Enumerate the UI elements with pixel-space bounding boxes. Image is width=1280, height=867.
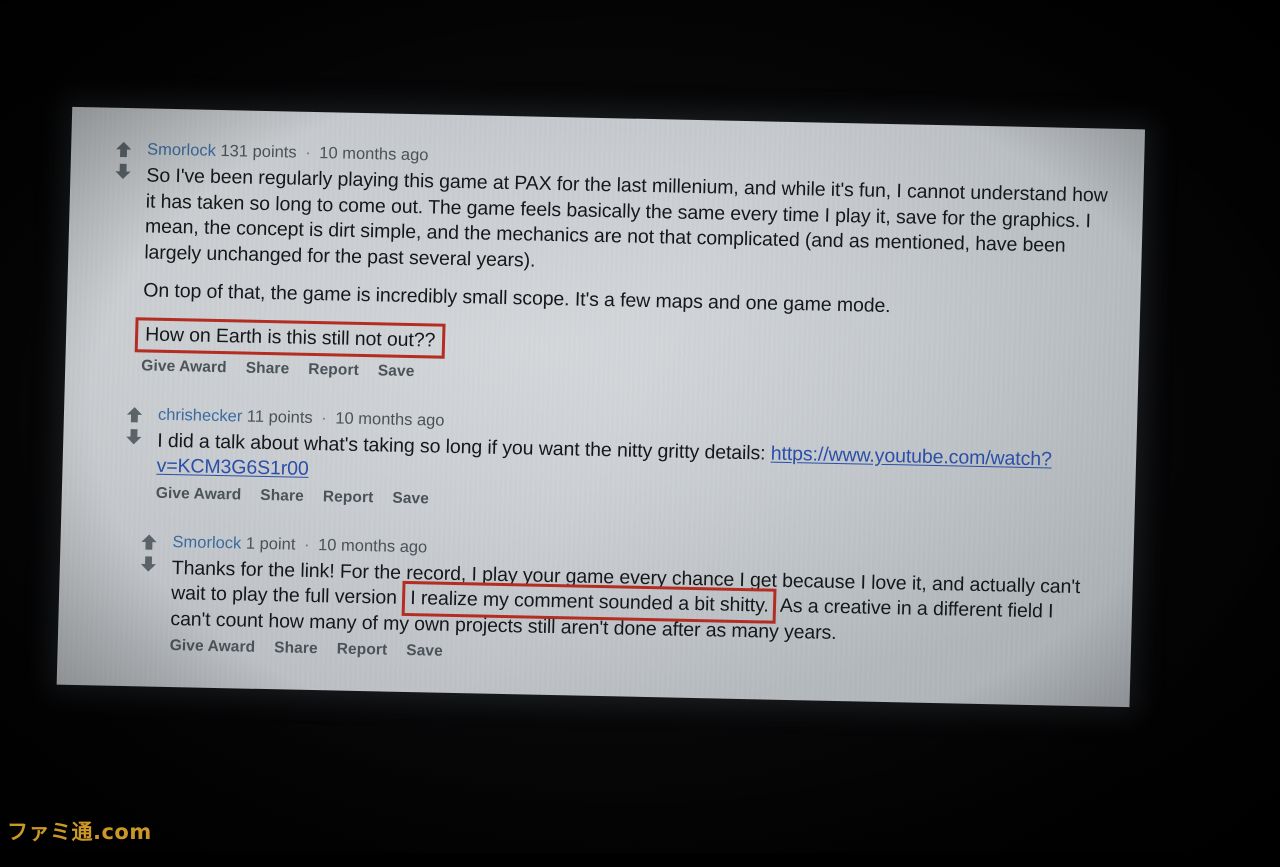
arrow-up-icon[interactable] — [113, 140, 133, 159]
comment-score-1: 131 points — [220, 142, 297, 162]
comment-1-paragraph-2: On top of that, the game is incredibly s… — [143, 279, 891, 318]
comment-author-1[interactable]: Smorlock — [147, 140, 216, 159]
meta-separator-3: · — [303, 535, 310, 554]
comment-body-1: So I've been regularly playing this game… — [134, 163, 1110, 372]
report-button-1[interactable]: Report — [308, 360, 359, 379]
report-button-3[interactable]: Report — [336, 641, 388, 660]
comment-2: chrishecker 11 points · 10 months ago I … — [114, 402, 1103, 522]
arrow-down-icon[interactable] — [113, 162, 133, 181]
comment-age-3: 10 months ago — [317, 535, 428, 556]
arrow-down-icon[interactable] — [138, 554, 158, 573]
share-button-2[interactable]: Share — [260, 486, 304, 505]
comment-3: Smorlock 1 point · 10 months ago Thanks … — [127, 530, 1099, 675]
comment-1: Smorlock 131 points · 10 months ago So I… — [99, 138, 1110, 395]
comment-age-2: 10 months ago — [335, 408, 445, 430]
vote-controls-1[interactable] — [110, 140, 135, 181]
comment-1-paragraph-1: So I've been regularly playing this game… — [144, 164, 1108, 272]
arrow-up-icon[interactable] — [124, 405, 144, 424]
meta-separator-1: · — [304, 143, 311, 162]
report-button-2[interactable]: Report — [323, 488, 374, 507]
give-award-button-3[interactable]: Give Award — [169, 637, 256, 657]
famitsu-watermark: ファミ通.com — [7, 820, 152, 844]
share-button-1[interactable]: Share — [245, 359, 289, 378]
save-button-1[interactable]: Save — [378, 362, 415, 381]
comment-age-1: 10 months ago — [319, 144, 429, 165]
reddit-comment-thread: Smorlock 131 points · 10 months ago So I… — [57, 107, 1145, 707]
vote-controls-2[interactable] — [121, 404, 146, 445]
give-award-button-1[interactable]: Give Award — [141, 357, 227, 377]
give-award-button-2[interactable]: Give Award — [156, 484, 242, 504]
comment-score-2: 11 points — [246, 407, 313, 427]
comment-author-3[interactable]: Smorlock — [172, 533, 241, 552]
vote-controls-3[interactable] — [136, 532, 161, 573]
projection-transform-wrapper: Smorlock 131 points · 10 months ago So I… — [0, 0, 1280, 867]
meta-separator-2: · — [321, 408, 328, 427]
save-button-2[interactable]: Save — [392, 489, 429, 508]
share-button-3[interactable]: Share — [274, 639, 318, 658]
annotation-box-1: How on Earth is this still not out?? — [134, 316, 446, 359]
comment-author-2[interactable]: chrishecker — [158, 405, 243, 425]
arrow-up-icon[interactable] — [139, 532, 159, 551]
save-button-3[interactable]: Save — [406, 642, 443, 661]
comment-score-3: 1 point — [245, 534, 296, 554]
arrow-down-icon[interactable] — [124, 427, 144, 446]
projection-screen: Smorlock 131 points · 10 months ago So I… — [56, 106, 1146, 708]
